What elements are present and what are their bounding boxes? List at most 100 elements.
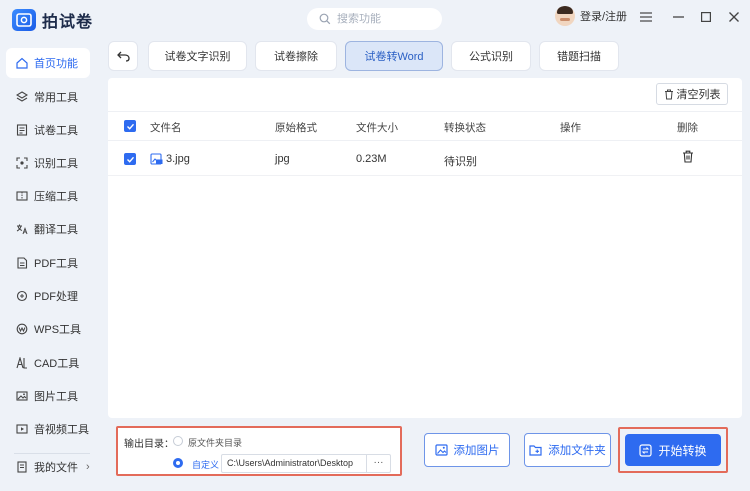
sidebar-item-label: CAD工具 [34, 358, 80, 370]
compress-icon [16, 191, 28, 201]
pdf-icon [17, 257, 28, 269]
file-name-cell: 3.jpg [150, 153, 190, 165]
convert-icon [639, 443, 653, 457]
select-all-checkbox[interactable] [124, 120, 136, 132]
add-image-icon [434, 443, 448, 456]
app-logo: 拍试卷 [12, 8, 93, 32]
add-image-label: 添加图片 [453, 445, 500, 457]
check-icon [126, 156, 134, 163]
back-button[interactable] [108, 41, 138, 71]
search-input[interactable] [337, 13, 427, 25]
sidebar-item-label: 压缩工具 [34, 191, 78, 203]
tab-formula-recognition[interactable]: 公式识别 [451, 41, 531, 71]
my-files-label: 我的文件 [34, 462, 78, 474]
add-folder-button[interactable]: 添加文件夹 [524, 433, 611, 467]
sidebar-item-pdf-process[interactable]: PDF处理 [6, 281, 90, 311]
tab-label: 错题扫描 [557, 51, 601, 63]
column-header-delete: 删除 [677, 122, 698, 134]
chevron-right-icon: › [86, 461, 90, 473]
tab-label: 公式识别 [469, 51, 513, 63]
output-directory-panel: 输出目录： 原文件夹目录 自定义 C:\Users\Administrator\… [116, 426, 402, 476]
home-icon [16, 57, 28, 69]
sidebar-item-label: 音视频工具 [34, 424, 89, 436]
user-login[interactable]: 登录/注册 [555, 6, 627, 26]
start-convert-button[interactable]: 开始转换 [625, 434, 721, 466]
sidebar-item-my-files[interactable]: 我的文件 › [6, 452, 90, 482]
delete-row-button[interactable] [682, 150, 694, 166]
sidebar-item-cad[interactable]: CAD工具 [6, 348, 90, 378]
tab-label: 试卷转Word [364, 51, 424, 63]
menu-icon[interactable] [637, 8, 655, 26]
sidebar-item-label: PDF处理 [34, 291, 78, 303]
paper-icon [16, 124, 28, 136]
output-label: 输出目录： [124, 439, 174, 450]
row-checkbox[interactable] [124, 153, 136, 165]
file-format: jpg [275, 153, 290, 165]
sidebar-item-label: WPS工具 [34, 324, 82, 336]
tab-text-recognition[interactable]: 试卷文字识别 [148, 41, 247, 71]
tab-wrong-question-scan[interactable]: 错题扫描 [539, 41, 619, 71]
sidebar-item-label: PDF工具 [34, 258, 78, 270]
avatar [555, 6, 575, 26]
login-label: 登录/注册 [580, 11, 628, 23]
close-icon[interactable] [725, 8, 743, 26]
trash-icon [664, 89, 673, 99]
file-size: 0.23M [356, 153, 387, 165]
search-box[interactable] [307, 8, 442, 30]
sidebar-item-label: 识别工具 [34, 158, 78, 170]
sidebar-item-recognize[interactable]: 识别工具 [6, 148, 90, 178]
undo-icon [116, 51, 130, 62]
browse-more-button[interactable]: ··· [366, 455, 390, 472]
tab-paper-erase[interactable]: 试卷擦除 [255, 41, 337, 71]
table-header: 文件名 原始格式 文件大小 转换状态 操作 删除 [108, 111, 742, 141]
minimize-icon[interactable] [669, 8, 687, 26]
sidebar-item-label: 常用工具 [34, 92, 78, 104]
radio-custom-folder[interactable] [173, 458, 183, 468]
sidebar-item-label: 首页功能 [34, 58, 78, 70]
sidebar-item-wps[interactable]: WPS工具 [6, 314, 90, 344]
output-path-value: C:\Users\Administrator\Desktop [227, 458, 354, 468]
file-name: 3.jpg [166, 153, 190, 165]
add-folder-icon [529, 444, 542, 456]
sidebar-item-image[interactable]: 图片工具 [6, 381, 90, 411]
radio-source-folder[interactable] [173, 436, 183, 446]
start-convert-label: 开始转换 [658, 443, 707, 458]
sidebar-item-compress[interactable]: 压缩工具 [6, 181, 90, 211]
sidebar-item-common[interactable]: 常用工具 [6, 82, 90, 112]
maximize-icon[interactable] [697, 8, 715, 26]
table-row[interactable]: 3.jpg jpg 0.23M 待识别 [108, 142, 742, 176]
sidebar-item-video[interactable]: 音视频工具 [6, 414, 90, 444]
sidebar: 首页功能 常用工具 试卷工具 识别工具 压缩工具 翻译工具 PDF工具 PDF处… [6, 46, 94, 486]
file-list-panel: 清空列表 文件名 原始格式 文件大小 转换状态 操作 删除 3.jpg jpg … [108, 78, 742, 418]
cad-icon [16, 357, 27, 369]
convert-status: 待识别 [444, 156, 477, 168]
app-window: 拍试卷 登录/注册 首页功能 常用工具 [0, 0, 750, 491]
tab-paper-to-word[interactable]: 试卷转Word [345, 41, 443, 71]
column-header-format: 原始格式 [275, 122, 317, 134]
logo-icon [12, 9, 36, 31]
column-header-action: 操作 [560, 122, 581, 134]
sidebar-item-label: 图片工具 [34, 391, 78, 403]
option-custom-label: 自定义 [192, 460, 220, 470]
sidebar-item-home[interactable]: 首页功能 [6, 48, 90, 78]
translate-icon [16, 224, 28, 235]
wps-icon [16, 323, 28, 335]
layers-icon [16, 91, 28, 102]
add-image-button[interactable]: 添加图片 [424, 433, 510, 467]
sidebar-item-label: 试卷工具 [34, 125, 78, 137]
sidebar-item-label: 翻译工具 [34, 224, 78, 236]
start-convert-highlight: 开始转换 [618, 427, 728, 473]
clear-list-button[interactable]: 清空列表 [656, 83, 728, 105]
sidebar-item-pdf[interactable]: PDF工具 [6, 248, 90, 278]
main-panel: 试卷文字识别 试卷擦除 试卷转Word 公式识别 错题扫描 清空列表 文件名 原… [106, 38, 742, 482]
pdf-process-icon [16, 290, 28, 302]
column-header-size: 文件大小 [356, 122, 398, 134]
sidebar-item-paper[interactable]: 试卷工具 [6, 115, 90, 145]
column-header-filename: 文件名 [150, 122, 182, 134]
video-icon [16, 424, 28, 434]
sidebar-item-translate[interactable]: 翻译工具 [6, 214, 90, 244]
tab-label: 试卷擦除 [274, 51, 318, 63]
file-icon [17, 461, 27, 473]
check-icon [126, 123, 134, 130]
output-path-field[interactable]: C:\Users\Administrator\Desktop ··· [221, 454, 391, 473]
